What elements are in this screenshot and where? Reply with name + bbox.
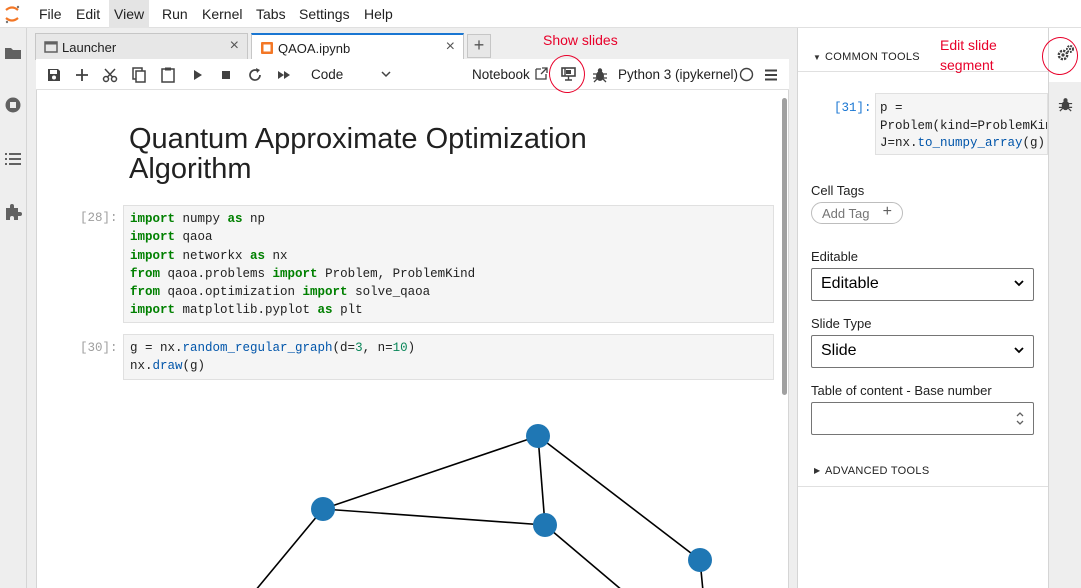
- folder-icon[interactable]: [4, 44, 22, 62]
- menu-icon[interactable]: [762, 66, 780, 84]
- graph-edge: [256, 508, 324, 588]
- tab-label: QAOA.ipynb: [278, 41, 351, 56]
- spinner-icon[interactable]: [1015, 410, 1025, 427]
- extension-icon[interactable]: [4, 203, 22, 221]
- tab-launcher[interactable]: Launcher ×: [35, 33, 248, 60]
- caret-right-icon[interactable]: ▶: [814, 466, 820, 475]
- menu-edit[interactable]: Edit: [74, 6, 102, 22]
- kernel-status-icon: [739, 67, 754, 82]
- cell-prompt: [28]:: [80, 211, 118, 225]
- graph-edge: [322, 435, 539, 510]
- divider: [798, 71, 1048, 72]
- editable-label: Editable: [811, 249, 858, 264]
- toc-base-number-label: Table of content - Base number: [811, 383, 992, 398]
- slide-type-label: Slide Type: [811, 316, 872, 331]
- graph-edge: [544, 524, 621, 588]
- menu-file[interactable]: File: [37, 6, 64, 22]
- jupyter-logo-icon: [5, 5, 20, 24]
- cell-type-select[interactable]: Code: [311, 67, 343, 82]
- cell-tags-label: Cell Tags: [811, 183, 865, 198]
- divider: [798, 486, 1048, 487]
- insert-cell-icon[interactable]: [73, 66, 91, 84]
- cut-icon[interactable]: [101, 66, 119, 84]
- notebook-icon: [261, 42, 273, 54]
- cell-preview: p = Problem(kind=ProblemKind J=nx.to_num…: [875, 93, 1048, 155]
- add-icon: +: [882, 203, 892, 220]
- graph-edge: [322, 508, 546, 526]
- save-icon[interactable]: [45, 66, 63, 84]
- annotation-show-slides: Show slides: [543, 32, 618, 48]
- tab-qaoa-notebook[interactable]: QAOA.ipynb ×: [251, 33, 464, 60]
- graph-edge: [537, 435, 701, 561]
- page-title: Quantum Approximate Optimization Algorit…: [129, 123, 587, 185]
- menu-settings[interactable]: Settings: [297, 6, 352, 22]
- graph-node: [688, 548, 712, 572]
- add-tag-label: Add Tag: [822, 206, 870, 221]
- graph-node: [311, 497, 335, 521]
- running-icon[interactable]: [4, 96, 22, 114]
- copy-icon[interactable]: [130, 66, 148, 84]
- debug-icon[interactable]: [1057, 96, 1074, 113]
- graph-output: [256, 424, 712, 588]
- slide-type-value: Slide: [821, 342, 857, 359]
- add-tag-button[interactable]: Add Tag +: [811, 202, 903, 224]
- menu-run[interactable]: Run: [160, 6, 190, 22]
- chevron-down-icon: [1014, 280, 1024, 287]
- bug-icon[interactable]: [591, 66, 609, 84]
- tab-label: Launcher: [62, 40, 117, 55]
- stop-icon[interactable]: [217, 66, 235, 84]
- close-icon[interactable]: ×: [446, 39, 455, 55]
- chevron-down-icon[interactable]: [379, 67, 393, 81]
- editable-value: Editable: [821, 275, 879, 292]
- open-notebook-link[interactable]: Notebook: [472, 67, 530, 82]
- launcher-icon: [44, 41, 58, 53]
- toc-icon[interactable]: [4, 150, 22, 168]
- menu-help[interactable]: Help: [362, 6, 395, 22]
- left-sidebar: [0, 28, 27, 588]
- external-link-icon[interactable]: [534, 66, 549, 81]
- kernel-name[interactable]: Python 3 (ipykernel): [618, 67, 738, 82]
- new-tab-button[interactable]: +: [467, 34, 491, 58]
- preview-prompt: [31]:: [834, 101, 872, 115]
- paste-icon[interactable]: [159, 66, 177, 84]
- editable-select[interactable]: Editable: [811, 268, 1034, 301]
- cell-prompt: [30]:: [80, 341, 118, 355]
- close-icon[interactable]: ×: [230, 38, 239, 54]
- menu-tabs[interactable]: Tabs: [254, 6, 288, 22]
- code-cell-graph[interactable]: g = nx.random_regular_graph(d=3, n=10) n…: [123, 334, 774, 380]
- run-icon[interactable]: [189, 66, 207, 84]
- menu-kernel[interactable]: Kernel: [200, 6, 244, 22]
- menu-view[interactable]: View: [109, 0, 150, 28]
- common-tools-header[interactable]: COMMON TOOLS: [825, 51, 920, 63]
- annotation-edit-slide-segment: segment: [940, 57, 994, 73]
- code-cell-imports[interactable]: import numpy as np import qaoa import ne…: [123, 205, 774, 323]
- advanced-tools-header[interactable]: ADVANCED TOOLS: [825, 465, 929, 477]
- caret-down-icon[interactable]: ▼: [813, 53, 821, 62]
- right-sidebar: [1048, 28, 1081, 588]
- graph-edge: [537, 435, 546, 526]
- toc-base-number-input[interactable]: [811, 402, 1034, 435]
- graph-node: [533, 513, 557, 537]
- menu-bar: File Edit View Run Kernel Tabs Settings …: [0, 0, 1081, 28]
- notebook-scrollbar[interactable]: [782, 98, 787, 395]
- fast-forward-icon[interactable]: [275, 66, 293, 84]
- notebook-toolbar: Code Notebook Python 3 (ipykernel): [36, 59, 789, 90]
- chevron-down-icon: [1014, 347, 1024, 354]
- slide-type-select[interactable]: Slide: [811, 335, 1034, 368]
- graph-node: [526, 424, 550, 448]
- restart-icon[interactable]: [246, 66, 264, 84]
- annotation-edit-slide: Edit slide: [940, 37, 997, 53]
